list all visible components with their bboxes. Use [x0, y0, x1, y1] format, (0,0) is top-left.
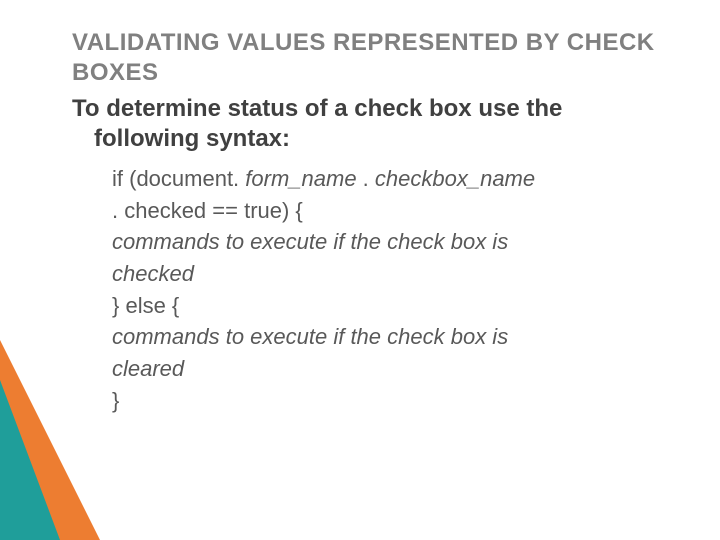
decoration-teal-triangle [0, 340, 60, 540]
slide: VALIDATING VALUES REPRESENTED BY CHECK B… [0, 0, 720, 540]
slide-title: VALIDATING VALUES REPRESENTED BY CHECK B… [72, 28, 672, 88]
code-line-2: . checked == true) { [112, 196, 672, 226]
code-line-3b: checked [112, 259, 672, 289]
content-area: VALIDATING VALUES REPRESENTED BY CHECK B… [72, 28, 672, 418]
code-italic: form_name [245, 166, 356, 191]
code-text: if (document. [112, 166, 245, 191]
code-line-3a: commands to execute if the check box is [112, 227, 672, 257]
code-italic: checkbox_name [375, 166, 535, 191]
slide-subtitle: To determine status of a check box use t… [72, 94, 672, 154]
code-line-4: } else { [112, 291, 672, 321]
subtitle-line-2: following syntax: [72, 124, 672, 154]
code-line-6: } [112, 386, 672, 416]
code-block: if (document. form_name . checkbox_name … [72, 164, 672, 416]
code-line-5a: commands to execute if the check box is [112, 322, 672, 352]
code-line-5b: cleared [112, 354, 672, 384]
code-line-1: if (document. form_name . checkbox_name [112, 164, 672, 194]
subtitle-line-1: To determine status of a check box use t… [72, 95, 562, 122]
code-text: . [357, 166, 375, 191]
